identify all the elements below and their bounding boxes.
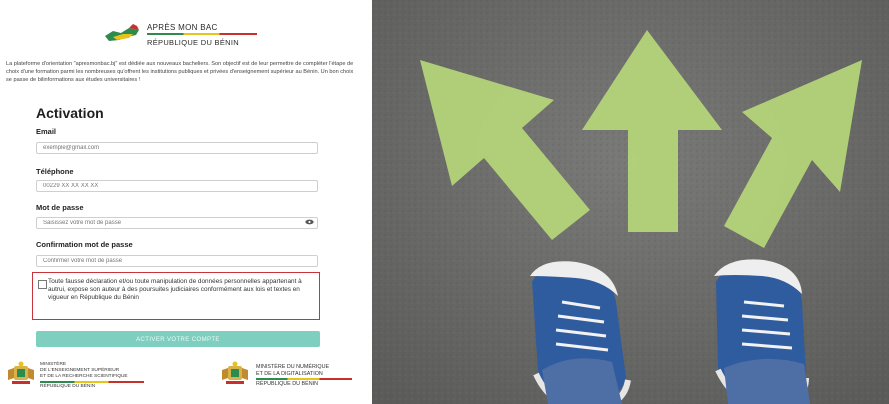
- footer-left-line4: RÉPUBLIQUE DU BÉNIN: [40, 384, 96, 389]
- brand-title: APRÈS MON BAC: [147, 23, 218, 32]
- benin-map-logo-icon: [105, 24, 139, 41]
- phone-field[interactable]: [36, 180, 318, 192]
- flag-colors-rule: [147, 33, 257, 35]
- password-wrapper: [36, 217, 318, 229]
- confirm-password-field[interactable]: [36, 255, 318, 267]
- ministry-digital-logo: MINISTÈRE DU NUMÉRIQUE ET DE LA DIGITALI…: [220, 360, 365, 390]
- brand-subtitle: RÉPUBLIQUE DU BÉNIN: [147, 38, 239, 47]
- benin-coat-of-arms-icon: [8, 361, 34, 384]
- footer-right-line1: MINISTÈRE DU NUMÉRIQUE: [256, 364, 330, 370]
- footer-left-flag-rule: [40, 381, 144, 383]
- phone-label: Téléphone: [36, 167, 74, 176]
- activate-account-button[interactable]: ACTIVER VOTRE COMPTE: [36, 331, 320, 347]
- apres-mon-bac-logo: APRÈS MON BAC RÉPUBLIQUE DU BÉNIN: [103, 18, 273, 50]
- activation-panel: APRÈS MON BAC RÉPUBLIQUE DU BÉNIN La pla…: [0, 0, 370, 404]
- footer-right-line2: ET DE LA DIGITALISATION: [256, 371, 323, 377]
- consent-box: Toute fausse déclaration et/ou toute man…: [32, 272, 320, 320]
- footer-left-line3: ET DE LA RECHERCHE SCIENTIFIQUE: [40, 374, 128, 379]
- hero-photo: [372, 0, 889, 404]
- eye-icon[interactable]: [305, 219, 314, 225]
- intro-paragraph: La plateforme d'orientation "apresmonbac…: [6, 61, 354, 83]
- benin-coat-of-arms-icon: [222, 361, 248, 384]
- password-label: Mot de passe: [36, 203, 84, 212]
- consent-text: Toute fausse déclaration et/ou toute man…: [48, 278, 302, 302]
- email-field[interactable]: [36, 142, 318, 154]
- asphalt-arrows-sneakers-photo: [372, 0, 889, 404]
- form-title: Activation: [36, 105, 104, 121]
- email-label: Email: [36, 127, 57, 136]
- confirm-password-label: Confirmation mot de passe: [36, 240, 133, 249]
- footer-right-flag-rule: [256, 378, 352, 380]
- consent-checkbox[interactable]: [38, 280, 47, 289]
- password-field[interactable]: [36, 217, 318, 229]
- ministry-higher-education-logo: MINISTÈRE DE L'ENSEIGNEMENT SUPÉRIEUR ET…: [6, 360, 156, 390]
- footer-right-line3: RÉPUBLIQUE DU BÉNIN: [256, 381, 319, 387]
